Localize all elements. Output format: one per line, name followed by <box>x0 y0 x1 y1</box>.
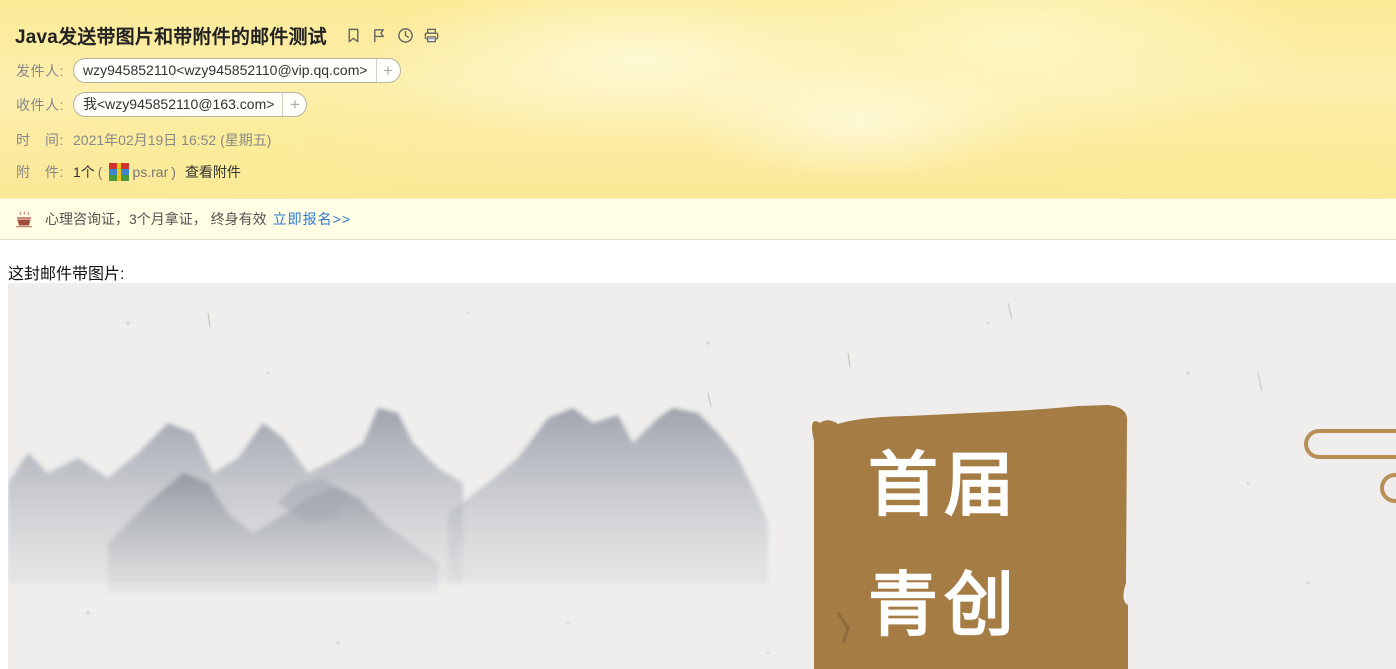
attachment-paren-open: ( <box>97 164 103 180</box>
subject-actions <box>345 26 441 44</box>
print-icon[interactable] <box>423 26 441 44</box>
attachment-paren-close: ) <box>171 164 176 180</box>
bookmark-icon[interactable] <box>345 26 363 44</box>
sender-pill[interactable]: wzy945852110<wzy945852110@vip.qq.com> + <box>73 58 401 83</box>
cup-icon <box>16 211 32 228</box>
clock-icon[interactable] <box>397 26 415 44</box>
attachment-row: 附 件: 1个 ( ps.rar ) 查看附件 <box>16 162 241 182</box>
banner-title-line-2: 青创 <box>868 563 1020 646</box>
promo-text: 心理咨询证，3个月拿证， 终身有效 <box>45 211 267 227</box>
add-sender-contact-button[interactable]: + <box>375 59 400 82</box>
attachment-count: 1个 <box>73 164 95 180</box>
attachment-name[interactable]: ps.rar <box>132 164 168 180</box>
attachment-label: 附 件: <box>16 164 64 180</box>
sent-time: 2021年02月19日 16:52 (星期五) <box>73 132 272 148</box>
recipient-label: 收件人: <box>16 96 64 113</box>
body-text: 这封邮件带图片: <box>8 266 125 283</box>
time-row: 时 间: 2021年02月19日 16:52 (星期五) <box>16 130 271 150</box>
promo-bar: 心理咨询证，3个月拿证， 终身有效 立即报名>> <box>0 198 1396 240</box>
time-label: 时 间: <box>16 132 64 148</box>
recipient-pill[interactable]: 我<wzy945852110@163.com> + <box>73 92 308 117</box>
ink-landscape-illustration <box>8 283 1396 669</box>
view-attachment-link[interactable]: 查看附件 <box>185 162 241 182</box>
promo-signup-link[interactable]: 立即报名>> <box>273 209 351 229</box>
recipient-address[interactable]: 我<wzy945852110@163.com> <box>74 93 282 116</box>
subject-row: Java发送带图片和带附件的邮件测试 <box>15 22 441 48</box>
add-recipient-contact-button[interactable]: + <box>282 93 306 116</box>
sender-address[interactable]: wzy945852110<wzy945852110@vip.qq.com> <box>74 59 376 82</box>
mail-subject: Java发送带图片和带附件的邮件测试 <box>15 26 327 48</box>
sender-row: 发件人: wzy945852110<wzy945852110@vip.qq.co… <box>16 58 401 83</box>
banner-title: 首届 青创 <box>868 425 1068 665</box>
flag-icon[interactable] <box>371 26 389 44</box>
mail-header: Java发送带图片和带附件的邮件测试 发件人: wzy945852110<wzy… <box>0 0 1396 198</box>
embedded-banner-image: 首届 青创 <box>8 283 1396 669</box>
recipient-row: 收件人: 我<wzy945852110@163.com> + <box>16 92 308 117</box>
sender-label: 发件人: <box>16 62 64 79</box>
mail-body: 这封邮件带图片: 首届 青创 <box>0 241 1396 669</box>
banner-title-line-1: 首届 <box>868 443 1020 526</box>
rar-file-icon[interactable] <box>109 163 130 181</box>
